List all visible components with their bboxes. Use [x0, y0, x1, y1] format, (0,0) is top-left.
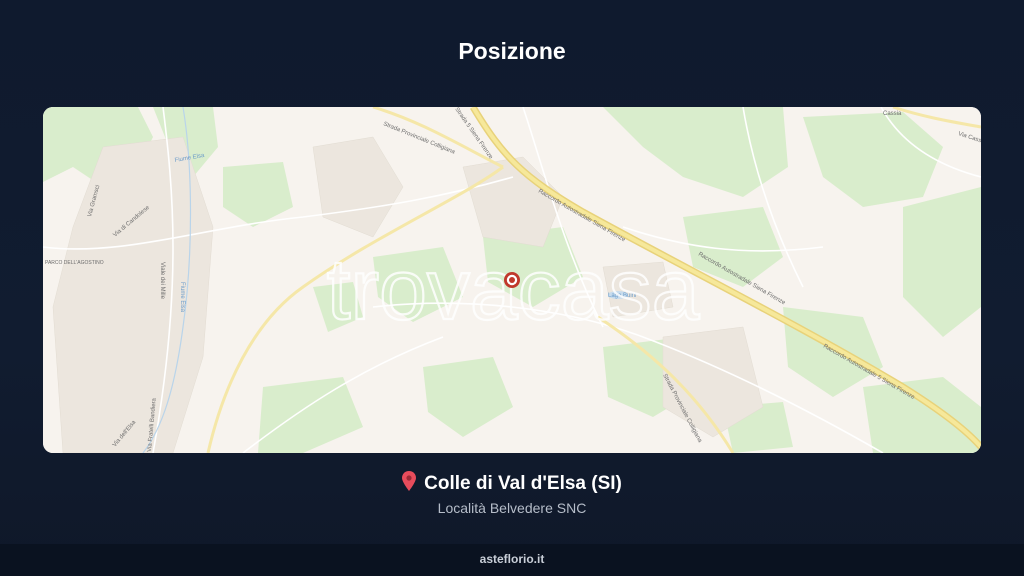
map-pin-icon — [402, 471, 417, 497]
map-watermark: trovacasa — [327, 242, 700, 338]
map-canvas[interactable]: Strada Provinciale Colligiana Strada 5 S… — [43, 107, 981, 453]
label-via-cassia-short: Cassia — [883, 111, 902, 117]
label-parco: PARCO DELL'AGOSTINO — [45, 260, 104, 266]
label-fiume-elsa-2: Fiume Elsa — [179, 282, 185, 313]
page-title: Posizione — [458, 38, 566, 64]
map[interactable]: Strada Provinciale Colligiana Strada 5 S… — [43, 107, 981, 453]
label-viale-mille: Viale dei Mille — [159, 262, 165, 300]
location-title: Colle di Val d'Elsa (SI) — [0, 471, 1024, 497]
footer-site[interactable]: asteflorio.it — [480, 552, 545, 566]
address: Località Belvedere SNC — [437, 500, 587, 516]
city-name: Colle di Val d'Elsa (SI) — [424, 473, 622, 494]
location-marker[interactable] — [504, 272, 520, 288]
footer: asteflorio.it — [0, 544, 1024, 576]
